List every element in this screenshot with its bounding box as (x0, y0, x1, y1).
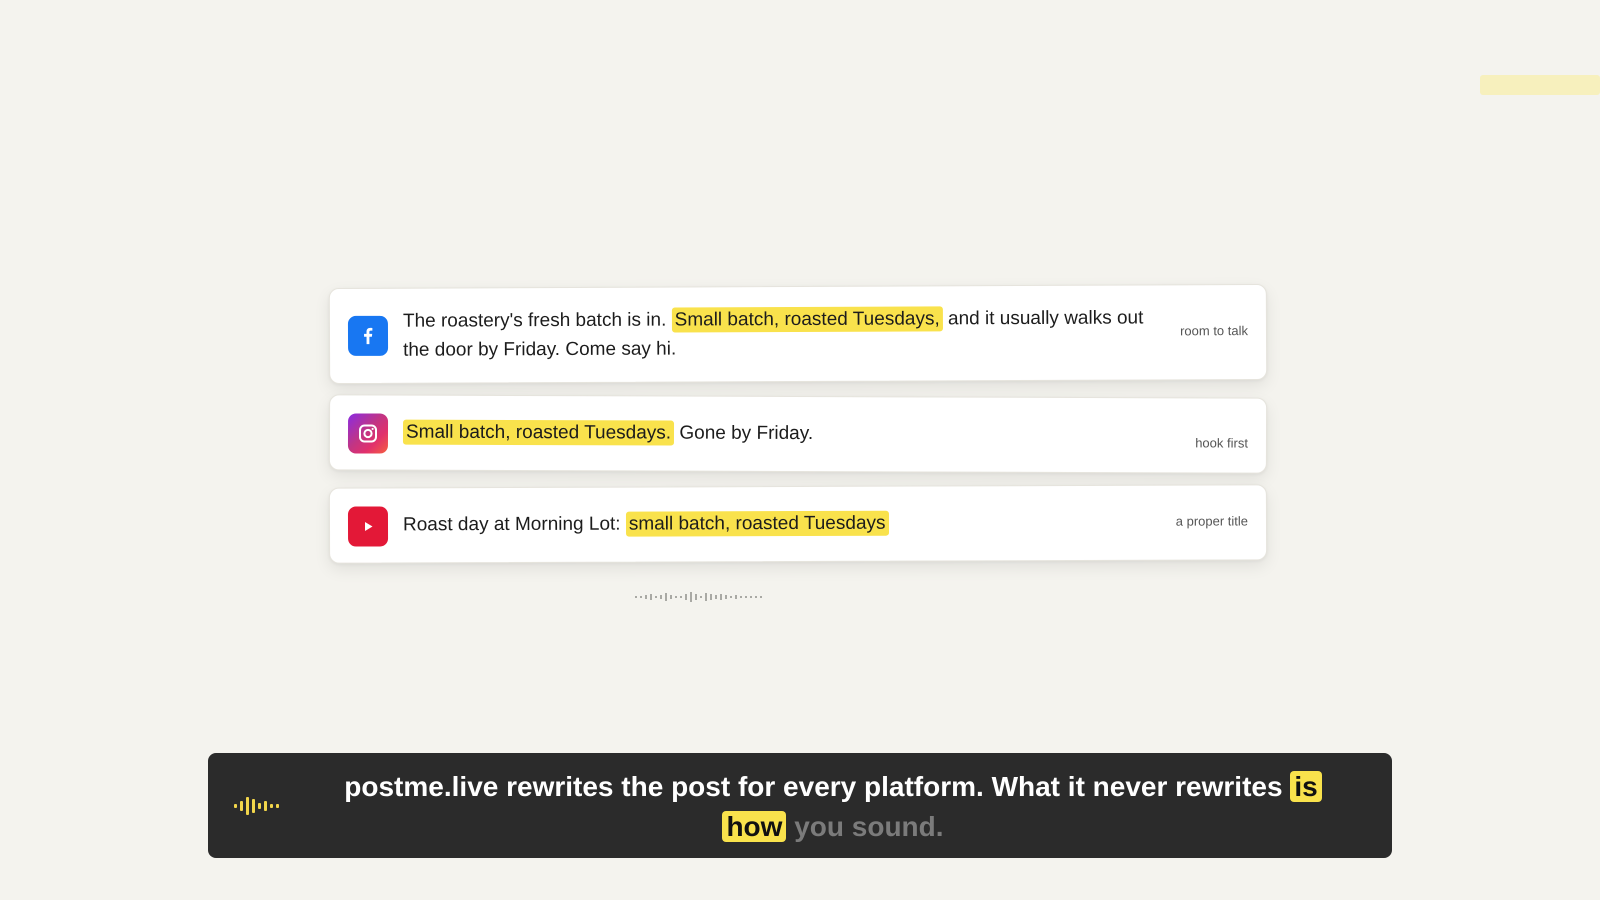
instagram-icon (347, 413, 389, 454)
caption-word-how: how (722, 811, 787, 842)
post-text: Roast day at Morning Lot: small batch, r… (403, 508, 1163, 540)
voice-highlight: Small batch, roasted Tuesdays. (402, 419, 675, 446)
caption-bar: postme.live rewrites the post for every … (208, 753, 1392, 858)
voice-highlight: small batch, roasted Tuesdays (625, 510, 889, 537)
tone-label: a proper title (1175, 513, 1249, 529)
post-text-before: Roast day at Morning Lot: (402, 513, 621, 536)
caption-word-is: is (1290, 771, 1322, 802)
waveform-divider-icon (635, 592, 762, 602)
caption-text: postme.live rewrites the post for every … (318, 767, 1348, 847)
voice-highlight: Small batch, roasted Tuesdays, (671, 306, 943, 333)
audio-waveform-icon (234, 797, 279, 815)
highlight-streak (1480, 75, 1600, 95)
facebook-icon (347, 315, 389, 356)
caption-upcoming: you sound. (794, 811, 944, 842)
tone-label: room to talk (1180, 323, 1249, 339)
post-text-before: The roastery's fresh batch is in. (402, 309, 667, 332)
youtube-icon (347, 506, 389, 547)
post-text: Small batch, roasted Tuesdays. Gone by F… (402, 418, 1163, 450)
video-frame: The roastery's fresh batch is in. Small … (0, 0, 1600, 900)
tone-label: hook first (1195, 435, 1248, 451)
youtube-post-card: Roast day at Morning Lot: small batch, r… (328, 484, 1268, 564)
instagram-post-card: Small batch, roasted Tuesdays. Gone by F… (328, 394, 1268, 474)
post-text: The roastery's fresh batch is in. Small … (403, 303, 1163, 364)
facebook-post-card: The roastery's fresh batch is in. Small … (328, 283, 1268, 385)
caption-main: postme.live rewrites the post for every … (344, 771, 1283, 802)
post-text-after: Gone by Friday. (679, 422, 814, 445)
